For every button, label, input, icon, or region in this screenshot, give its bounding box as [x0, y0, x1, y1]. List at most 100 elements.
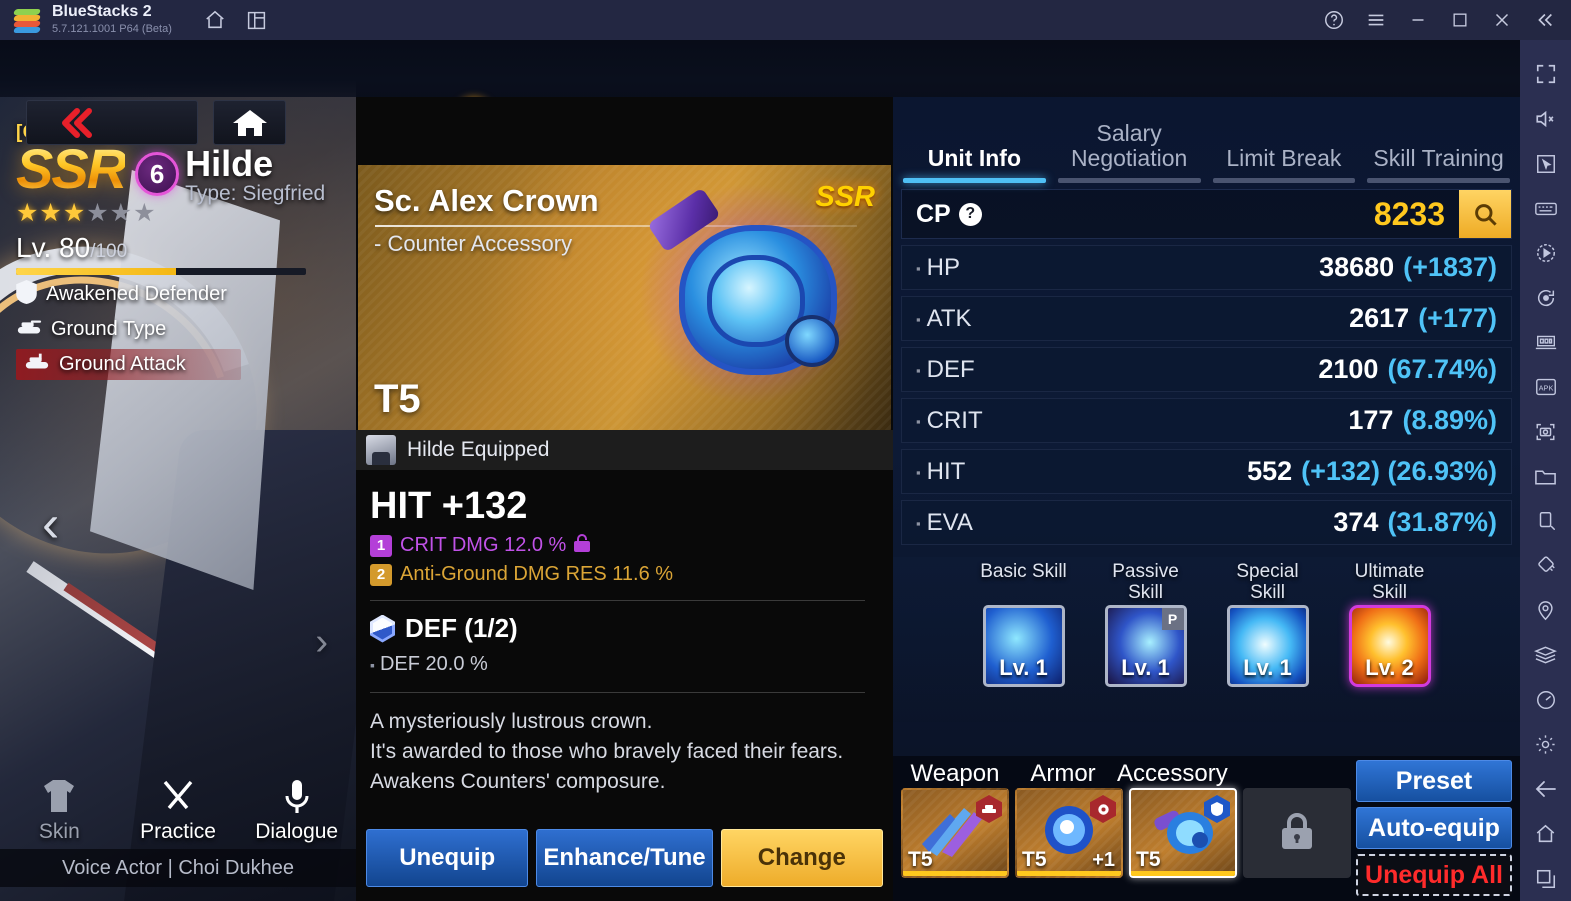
app-name: BlueStacks 2 — [52, 3, 152, 20]
next-character-arrow[interactable]: › — [315, 616, 328, 668]
skill-icon[interactable]: Lv. 2 — [1348, 605, 1431, 687]
help-icon[interactable]: ? — [958, 202, 982, 226]
tab-limit-break[interactable]: Limit Break — [1207, 146, 1362, 183]
stat-value: 374 — [1333, 507, 1379, 537]
stat-bonus: (31.87%) — [1387, 507, 1497, 537]
trait-ground-attack: Ground Attack — [16, 349, 241, 380]
stat-key: ATK — [916, 305, 972, 333]
stat-value: 38680 — [1319, 252, 1395, 282]
macro-record-icon[interactable] — [1520, 275, 1571, 320]
search-icon[interactable] — [1459, 190, 1511, 238]
item-stats-body: HIT +132 1 CRIT DMG 12.0 % 2 Anti-Ground… — [356, 470, 893, 797]
trait-ground-type: Ground Type — [16, 314, 356, 345]
skill-icon[interactable]: Lv. 1 — [1226, 605, 1309, 687]
media-folder-icon[interactable] — [1520, 454, 1571, 499]
slot-tier: T5 — [908, 848, 933, 871]
enhance-tune-button[interactable]: Enhance/Tune — [536, 829, 713, 887]
home-button[interactable] — [213, 100, 286, 145]
location-icon[interactable] — [1520, 588, 1571, 633]
set-name: DEF (1/2) — [405, 613, 518, 643]
back-button[interactable] — [26, 100, 198, 145]
tab-skill-training[interactable]: Skill Training — [1361, 146, 1516, 183]
prev-character-arrow[interactable]: ‹ — [42, 498, 59, 550]
tank-icon — [16, 318, 42, 341]
action-dialogue[interactable]: Dialogue — [237, 776, 356, 849]
unequip-button[interactable]: Unequip — [366, 829, 529, 887]
skill-label: Special Skill — [1236, 561, 1299, 603]
equipment-slot-locked[interactable] — [1243, 788, 1351, 878]
lock-icon[interactable] — [574, 534, 591, 557]
multi-instance-manager-icon[interactable] — [1520, 320, 1571, 365]
limit-break-badge: 6 — [135, 152, 180, 196]
mute-icon[interactable] — [1520, 97, 1571, 142]
lock-icon — [1282, 812, 1312, 854]
settings-icon[interactable] — [1520, 722, 1571, 767]
recent-apps-icon[interactable] — [1520, 856, 1571, 901]
equipment-section: Weapon Armor Accessory T5 T5 +1 T5 Prese… — [893, 756, 1520, 901]
skill-passive[interactable]: Passive Skill P Lv. 1 — [1100, 561, 1192, 687]
auto-equip-button[interactable]: Auto-equip — [1356, 807, 1512, 849]
close-icon[interactable] — [1481, 0, 1523, 40]
fullscreen-icon[interactable] — [1520, 52, 1571, 97]
shield-icon — [16, 280, 37, 309]
stat-row: ATK 2617 (+177) — [901, 296, 1512, 341]
hamburger-menu-icon[interactable] — [1355, 0, 1397, 40]
help-icon[interactable] — [1313, 0, 1355, 40]
preset-button[interactable]: Preset — [1356, 760, 1512, 802]
stat-bonus: (67.74%) — [1387, 354, 1497, 384]
minimize-icon[interactable] — [1397, 0, 1439, 40]
skill-special[interactable]: Special Skill Lv. 1 — [1222, 561, 1314, 687]
tank-attack-icon — [24, 353, 50, 376]
maximize-icon[interactable] — [1439, 0, 1481, 40]
back-icon[interactable] — [1520, 767, 1571, 812]
change-button[interactable]: Change — [720, 829, 883, 887]
stat-key: CRIT — [916, 407, 983, 435]
tab-label: Limit Break — [1226, 145, 1342, 171]
install-apk-icon[interactable]: APK — [1520, 365, 1571, 410]
tab-label: Unit Info — [927, 145, 1021, 171]
tab-salary-negotiation[interactable]: Salary Negotiation — [1052, 121, 1207, 183]
macro-play-icon[interactable] — [1520, 231, 1571, 276]
item-description: A mysteriously lustrous crown. It's awar… — [370, 707, 893, 797]
option-text: Anti-Ground DMG RES 11.6 % — [400, 563, 674, 585]
equipment-slot-armor[interactable]: T5 +1 — [1015, 788, 1123, 878]
skill-icon[interactable]: P Lv. 1 — [1104, 605, 1187, 687]
rotate-screen-icon[interactable] — [1520, 499, 1571, 544]
equipment-slot-accessory[interactable]: T5 — [1129, 788, 1237, 878]
stat-row: CRIT 177 (8.89%) — [901, 398, 1512, 443]
divider — [370, 692, 865, 693]
action-skin[interactable]: Skin — [0, 776, 119, 849]
keyboard-controls-icon[interactable] — [1520, 186, 1571, 231]
home-nav-icon[interactable] — [1520, 812, 1571, 857]
bluestacks-window: BlueStacks 2 5.7.121.1001 P64 (Beta) ‹ ›… — [0, 0, 1571, 901]
shake-icon[interactable] — [1520, 544, 1571, 589]
level-max: /100 — [90, 241, 128, 262]
game-viewport: ‹ › [Counter] SSR 6 Hilde Type: Siegfrie… — [0, 40, 1520, 901]
stat-bonus: (+132) (26.93%) — [1301, 456, 1497, 486]
skill-label: Passive Skill — [1112, 561, 1179, 603]
cp-label: CP — [916, 199, 951, 228]
tab-label: Salary Negotiation — [1070, 120, 1188, 171]
skill-basic[interactable]: Basic Skill Lv. 1 — [978, 561, 1070, 687]
multi-instance-icon[interactable] — [236, 0, 278, 40]
character-info-overlay: [Counter] SSR 6 Hilde Type: Siegfried ★★… — [16, 122, 356, 380]
equipment-buttons: Preset Auto-equip Unequip All — [1356, 760, 1512, 901]
screenshot-icon[interactable] — [1520, 410, 1571, 455]
eco-mode-icon[interactable] — [1520, 633, 1571, 678]
performance-meter-icon[interactable] — [1520, 678, 1571, 723]
game-topbar — [0, 40, 1520, 97]
skill-ultimate[interactable]: Ultimate Skill Lv. 2 — [1344, 561, 1436, 687]
stat-key: HP — [916, 254, 960, 282]
collapse-sidebar-icon[interactable] — [1523, 0, 1565, 40]
stat-value: 177 — [1348, 405, 1394, 435]
cursor-icon[interactable] — [1520, 141, 1571, 186]
stat-bonus: (+177) — [1418, 303, 1497, 333]
item-subtitle: - Counter Accessory — [374, 231, 573, 256]
equipment-slot-weapon[interactable]: T5 — [901, 788, 1009, 878]
slot-enhance: +1 — [1092, 849, 1115, 871]
skill-icon[interactable]: Lv. 1 — [982, 605, 1065, 687]
unequip-all-button[interactable]: Unequip All — [1356, 854, 1512, 896]
action-practice[interactable]: Practice — [119, 776, 238, 849]
home-icon[interactable] — [194, 0, 236, 40]
tab-unit-info[interactable]: Unit Info — [897, 146, 1052, 183]
